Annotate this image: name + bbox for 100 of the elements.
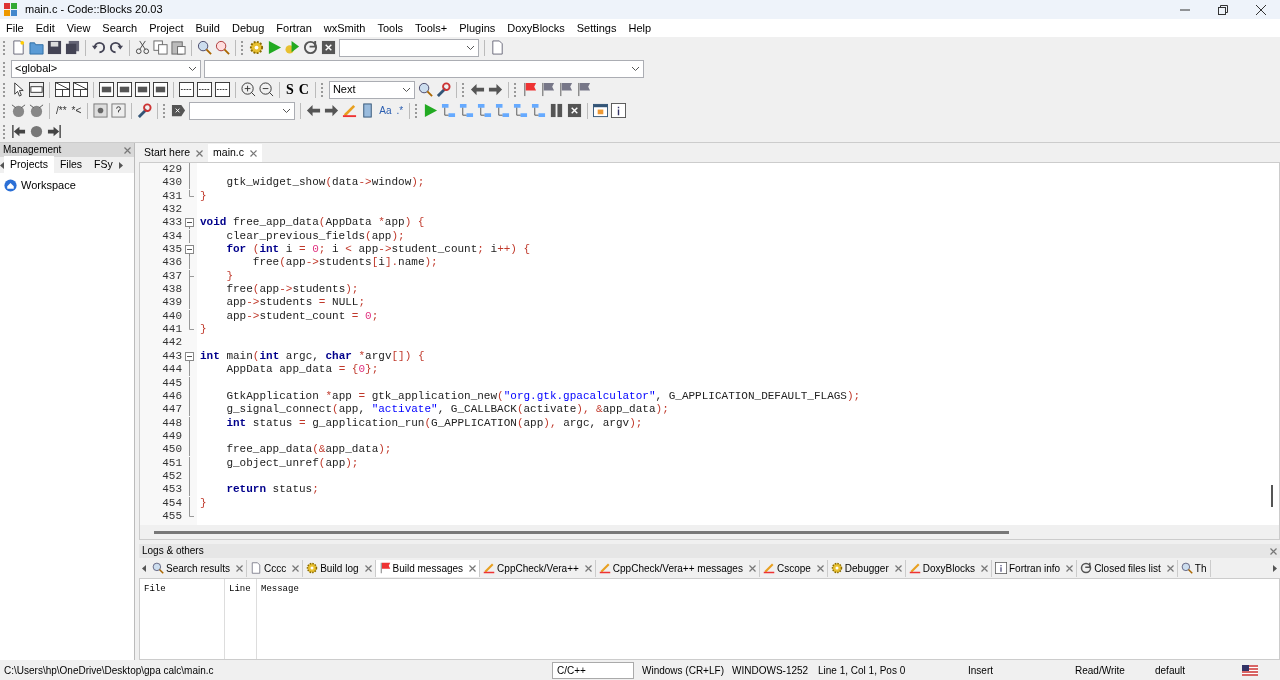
fold-marker[interactable]	[185, 243, 194, 257]
select-button[interactable]	[11, 82, 26, 97]
breakpoint-button[interactable]	[29, 124, 44, 139]
log-tab[interactable]: CppCheck/Vera++	[497, 560, 579, 576]
step-button[interactable]	[495, 103, 511, 118]
wrench-button[interactable]	[435, 82, 451, 97]
stop-button[interactable]	[567, 103, 583, 118]
box-button[interactable]	[93, 103, 109, 118]
menu-item[interactable]: View	[60, 19, 97, 37]
close-icon[interactable]	[894, 564, 902, 572]
close-icon[interactable]	[1066, 564, 1074, 572]
column-header[interactable]: File	[140, 581, 170, 599]
bookmark-button[interactable]	[557, 82, 573, 97]
loop-button[interactable]	[215, 82, 230, 97]
panel-tab[interactable]: Projects	[4, 156, 54, 174]
run-button[interactable]	[267, 40, 282, 55]
document-button[interactable]	[490, 40, 505, 55]
panel-tab[interactable]: FSy	[88, 156, 119, 174]
close-icon[interactable]	[748, 564, 756, 572]
regex-button[interactable]: .*	[395, 102, 405, 119]
loop-button[interactable]	[179, 82, 194, 97]
back-button[interactable]	[306, 103, 322, 118]
fold-marker[interactable]	[185, 216, 194, 230]
regex-button[interactable]: Aa	[378, 102, 393, 119]
comment-button[interactable]: *<	[70, 102, 83, 119]
search-button[interactable]	[417, 82, 433, 97]
panel-tab[interactable]: Files	[53, 156, 89, 174]
bug-button[interactable]	[29, 103, 44, 118]
column-header[interactable]: Line	[225, 581, 255, 599]
step-button[interactable]	[441, 103, 457, 118]
menu-item[interactable]: Debug	[225, 19, 271, 37]
log-tab[interactable]: Debugger	[844, 560, 889, 576]
forward-button[interactable]	[324, 103, 340, 118]
help-button[interactable]	[111, 103, 127, 118]
log-tab[interactable]: Cscope	[776, 560, 811, 576]
close-icon[interactable]	[364, 564, 372, 572]
tag-button[interactable]	[171, 103, 187, 118]
direction-dropdown[interactable]: Next	[328, 80, 415, 99]
menu-item[interactable]: Tools	[371, 19, 410, 37]
jump-forward-button[interactable]	[47, 124, 62, 139]
new-file-button[interactable]	[11, 40, 26, 55]
scrollbar-thumb[interactable]	[1271, 485, 1273, 507]
menu-item[interactable]: Fortran	[270, 19, 318, 37]
loop-button[interactable]	[197, 82, 212, 97]
menu-item[interactable]: DoxyBlocks	[501, 19, 571, 37]
bookmark-button[interactable]	[539, 82, 555, 97]
zoom-in-button[interactable]	[241, 82, 256, 97]
open-button[interactable]	[29, 40, 44, 55]
tree-item[interactable]: Workspace	[21, 177, 76, 194]
save-all-button[interactable]	[65, 40, 80, 55]
menu-item[interactable]: Project	[143, 19, 190, 37]
search-button[interactable]	[197, 40, 212, 55]
editor-tab[interactable]: Start here	[144, 145, 191, 161]
zoom-out-button[interactable]	[259, 82, 274, 97]
close-icon[interactable]	[196, 149, 204, 157]
close-icon[interactable]	[1166, 564, 1174, 572]
scroll-right-icon[interactable]	[118, 161, 123, 169]
abort-button[interactable]	[321, 40, 336, 55]
step-button[interactable]	[477, 103, 493, 118]
block-button[interactable]	[135, 82, 150, 97]
redo-button[interactable]	[109, 40, 124, 55]
rebuild-button[interactable]	[303, 40, 318, 55]
log-tab[interactable]: Th	[1194, 560, 1207, 576]
replace-button[interactable]	[215, 40, 230, 55]
close-icon[interactable]	[816, 564, 824, 572]
bookmark-button[interactable]	[521, 82, 537, 97]
menu-item[interactable]: wxSmith	[317, 19, 372, 37]
close-icon[interactable]	[469, 564, 477, 572]
save-button[interactable]	[47, 40, 62, 55]
bug-button[interactable]	[11, 103, 26, 118]
menu-item[interactable]: Plugins	[453, 19, 502, 37]
cut-button[interactable]	[135, 40, 150, 55]
fold-marker[interactable]	[185, 349, 194, 363]
menu-item[interactable]: Help	[622, 19, 658, 37]
menu-item[interactable]: Search	[96, 19, 144, 37]
build-run-button[interactable]	[285, 40, 300, 55]
close-icon[interactable]	[981, 564, 988, 572]
letter-button[interactable]: S	[285, 81, 295, 98]
close-icon[interactable]	[235, 564, 243, 572]
block-button[interactable]	[153, 82, 168, 97]
window-button[interactable]	[593, 103, 609, 118]
log-tab[interactable]: DoxyBlocks	[922, 560, 975, 576]
menu-item[interactable]: Settings	[570, 19, 623, 37]
close-icon[interactable]	[584, 564, 592, 572]
paste-button[interactable]	[171, 40, 186, 55]
grid-button[interactable]	[55, 82, 70, 97]
info-button[interactable]	[611, 103, 627, 118]
close-icon[interactable]	[124, 146, 131, 154]
close-icon[interactable]	[250, 149, 258, 157]
log-tab[interactable]: Closed files list	[1094, 560, 1161, 576]
menu-item[interactable]: File	[0, 19, 30, 37]
scroll-right-icon[interactable]	[1273, 564, 1277, 572]
undo-button[interactable]	[91, 40, 106, 55]
scroll-left-icon[interactable]	[142, 564, 146, 572]
step-button[interactable]	[513, 103, 529, 118]
menu-item[interactable]: Build	[189, 19, 226, 37]
step-button[interactable]	[531, 103, 547, 118]
pause-button[interactable]	[549, 103, 565, 118]
step-button[interactable]	[459, 103, 475, 118]
copy-button[interactable]	[153, 40, 168, 55]
